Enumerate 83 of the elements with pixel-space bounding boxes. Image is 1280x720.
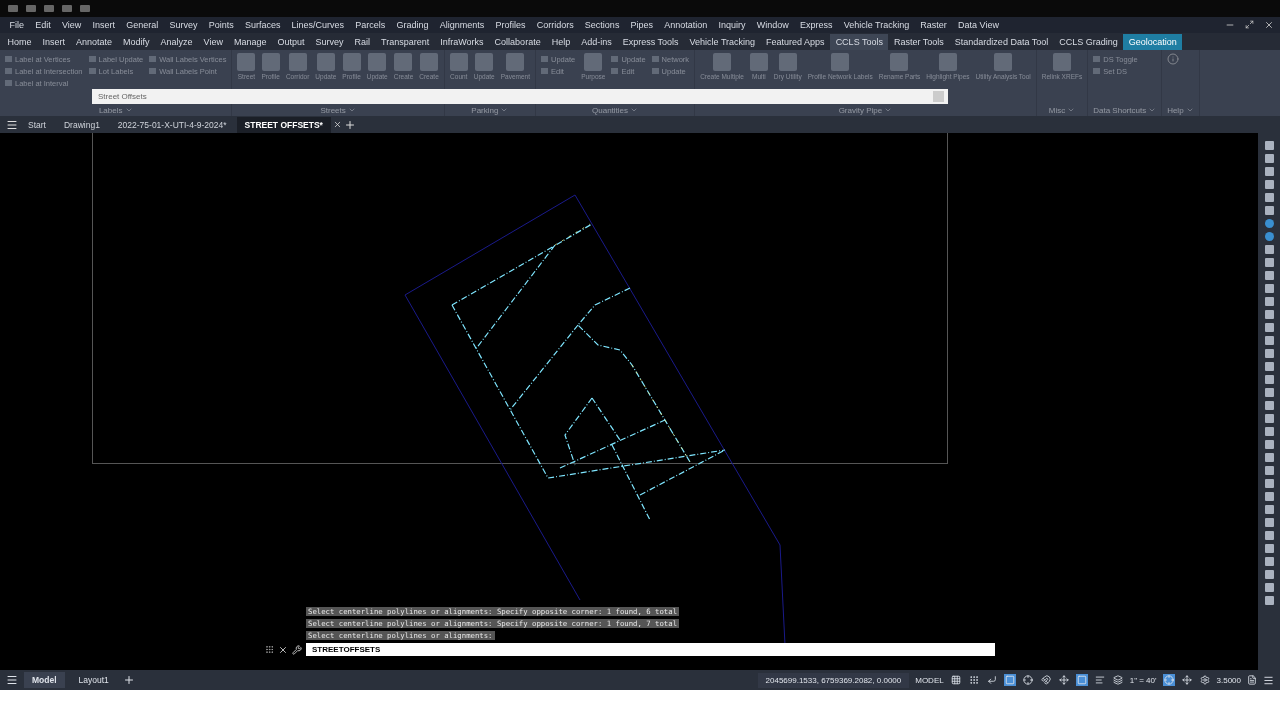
menu-item[interactable]: Annotation bbox=[658, 20, 713, 30]
ribbon-tab[interactable]: Analyze bbox=[155, 33, 199, 50]
ribbon-tab[interactable]: CCLS Tools bbox=[830, 33, 889, 50]
coordinates-readout: 2045699.1533, 6759369.2082, 0.0000 bbox=[757, 672, 910, 688]
ribbon-tab[interactable]: InfraWorks bbox=[434, 33, 490, 50]
status-toggle[interactable] bbox=[1198, 674, 1211, 686]
model-space-button[interactable]: MODEL bbox=[915, 675, 944, 685]
ribbon-tab[interactable]: View bbox=[198, 33, 229, 50]
ribbon-tab[interactable]: Manage bbox=[228, 33, 272, 50]
menu-item[interactable]: Grading bbox=[390, 20, 435, 30]
restore-icon[interactable] bbox=[1245, 20, 1254, 29]
ribbon-tab[interactable]: Featured Apps bbox=[760, 33, 831, 50]
menu-item[interactable]: View bbox=[56, 20, 87, 30]
document-icon[interactable] bbox=[1247, 675, 1257, 685]
ribbon-tab[interactable]: Vehicle Tracking bbox=[684, 33, 761, 50]
status-toggle[interactable] bbox=[1180, 674, 1193, 686]
status-toggle[interactable] bbox=[949, 674, 962, 686]
status-toggle[interactable] bbox=[1075, 674, 1088, 686]
status-toggle[interactable] bbox=[967, 674, 980, 686]
ribbon-tab[interactable]: Express Tools bbox=[617, 33, 685, 50]
menu-item[interactable]: Pipes bbox=[625, 20, 659, 30]
ribbon-tab[interactable]: Help bbox=[546, 33, 576, 50]
customize-icon[interactable] bbox=[1263, 674, 1274, 686]
annotation-scale[interactable]: 1" = 40' bbox=[1129, 675, 1157, 685]
street-offsets-dialog-title: Street Offsets bbox=[92, 89, 948, 104]
menu-item[interactable]: Inquiry bbox=[712, 20, 752, 30]
menu-item[interactable]: Parcels bbox=[349, 20, 391, 30]
ribbon-tab[interactable]: Add-ins bbox=[575, 33, 618, 50]
menu-item[interactable]: Edit bbox=[29, 20, 57, 30]
status-toggle[interactable] bbox=[1057, 674, 1070, 686]
ribbon-tab[interactable]: Output bbox=[272, 33, 311, 50]
menu-item[interactable]: Points bbox=[203, 20, 240, 30]
ribbon-tab[interactable]: Insert bbox=[37, 33, 71, 50]
status-toggle[interactable] bbox=[985, 674, 998, 686]
ribbon-tab[interactable]: Transparent bbox=[375, 33, 435, 50]
menu-item[interactable]: File bbox=[4, 20, 30, 30]
menu-item[interactable]: Data View bbox=[952, 20, 1005, 30]
status-toggle[interactable] bbox=[1111, 674, 1124, 686]
grip-icon[interactable] bbox=[265, 645, 274, 654]
menu-item[interactable]: Profiles bbox=[489, 20, 532, 30]
close-icon[interactable] bbox=[278, 644, 288, 655]
new-layout-icon[interactable] bbox=[122, 674, 135, 686]
menu-item[interactable]: General bbox=[120, 20, 164, 30]
new-tab-icon[interactable] bbox=[343, 118, 356, 131]
menu-item[interactable]: Alignments bbox=[434, 20, 490, 30]
menu-item[interactable]: Window bbox=[751, 20, 795, 30]
menu-item[interactable]: Raster bbox=[914, 20, 953, 30]
ribbon-tab[interactable]: Annotate bbox=[70, 33, 118, 50]
menu-item[interactable]: Insert bbox=[86, 20, 121, 30]
menu-item[interactable]: Corridors bbox=[531, 20, 580, 30]
ribbon-tab[interactable]: Standardized Data Tool bbox=[949, 33, 1054, 50]
ribbon-tab[interactable]: Collaborate bbox=[489, 33, 547, 50]
ribbon-tab[interactable]: CCLS Grading bbox=[1053, 33, 1124, 50]
menu-item[interactable]: Surfaces bbox=[239, 20, 286, 30]
status-toggle[interactable] bbox=[1021, 674, 1034, 686]
file-tab[interactable]: Start bbox=[20, 116, 54, 133]
status-toggle[interactable] bbox=[1039, 674, 1052, 686]
command-line-field[interactable]: STREETOFFSETS bbox=[306, 643, 995, 656]
file-tab[interactable]: 2022-75-01-X-UTI-4-9-2024* bbox=[109, 116, 235, 133]
file-tab[interactable]: STREET OFFSETS* bbox=[236, 116, 331, 133]
ribbon-tab[interactable]: Survey bbox=[310, 33, 350, 50]
close-icon[interactable] bbox=[1264, 20, 1274, 30]
ribbon-tab[interactable]: Geolocation bbox=[1123, 33, 1183, 50]
menu-icon[interactable] bbox=[6, 674, 18, 686]
status-toggle[interactable] bbox=[1093, 674, 1106, 686]
wrench-icon[interactable] bbox=[292, 644, 302, 655]
ribbon-tab[interactable]: Raster Tools bbox=[888, 33, 950, 50]
menu-item[interactable]: Survey bbox=[163, 20, 204, 30]
file-tab[interactable]: Drawing1 bbox=[55, 116, 108, 133]
status-toggle[interactable] bbox=[1003, 674, 1016, 686]
close-icon[interactable] bbox=[332, 120, 342, 129]
menu-item[interactable]: Sections bbox=[579, 20, 625, 30]
menu-item[interactable]: Vehicle Tracking bbox=[838, 20, 915, 30]
ribbon-tab[interactable]: Rail bbox=[349, 33, 376, 50]
layout-tab[interactable]: Model bbox=[24, 672, 65, 688]
menu-item[interactable]: Express bbox=[794, 20, 839, 30]
status-toggle[interactable] bbox=[1162, 674, 1175, 686]
ribbon-tab[interactable]: Modify bbox=[117, 33, 156, 50]
layout-tab[interactable]: Layout1 bbox=[70, 672, 117, 688]
lineweight-value[interactable]: 3.5000 bbox=[1216, 675, 1241, 685]
menu-item[interactable]: Lines/Curves bbox=[286, 20, 350, 30]
ribbon-tab[interactable]: Home bbox=[2, 33, 37, 50]
menu-icon[interactable] bbox=[6, 118, 18, 131]
